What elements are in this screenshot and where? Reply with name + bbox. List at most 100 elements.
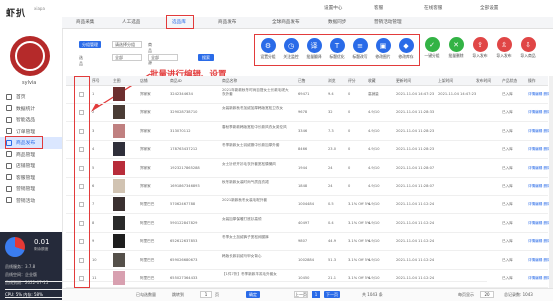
scrollbar[interactable] bbox=[549, 76, 553, 288]
sidebar-item-0[interactable]: 首页 bbox=[0, 91, 62, 103]
table-row[interactable]: 3 郑家家 313070112 春秋季新款韩版宽松中长款风衣女英伦风 3346 7.3 0 4… bbox=[66, 123, 551, 141]
cell-name[interactable]: 冬季女士加绒裤子宽松阔腿裤 bbox=[222, 235, 292, 239]
tool-button-3[interactable]: T 标题优化 bbox=[327, 35, 347, 60]
group-manage-button[interactable]: 分组管理 bbox=[79, 41, 101, 48]
sidebar-item-5[interactable]: 商品管理 bbox=[0, 149, 62, 161]
column-header[interactable]: 商品ID bbox=[170, 78, 182, 84]
cell-op[interactable]: 详情编辑 删除 bbox=[528, 129, 551, 134]
all-settings-link[interactable]: 全部设置 bbox=[480, 5, 498, 11]
product-thumbnail[interactable] bbox=[113, 252, 125, 267]
cell-name[interactable]: 秋冬新款女装时尚气质连衣裙 bbox=[222, 180, 292, 184]
column-header[interactable]: 产品状态 bbox=[502, 78, 517, 84]
tool-button-0[interactable]: ⚙ 设置分组 bbox=[258, 35, 278, 60]
cell-name[interactable]: 女装新款秋冬加绒加厚韩版宽松卫衣女 bbox=[222, 106, 292, 110]
tool-button-6[interactable]: ◆ 修改库存 bbox=[396, 35, 416, 60]
tool-button-4[interactable]: ≡ 标题改写 bbox=[350, 35, 370, 60]
column-header[interactable]: 发布时间 bbox=[476, 78, 491, 84]
sidebar-item-6[interactable]: 店铺管理 bbox=[0, 160, 62, 172]
cell-op[interactable]: 详情编辑 删除 bbox=[528, 258, 551, 263]
right-tool-button-1[interactable]: ✕ 批量删除 bbox=[446, 34, 466, 59]
cell-op[interactable]: 详情编辑 删除 bbox=[528, 221, 551, 226]
column-header[interactable]: 更新时间 bbox=[396, 78, 411, 84]
cell-op[interactable]: 详情编辑 删除 bbox=[528, 202, 551, 207]
product-thumbnail[interactable] bbox=[113, 160, 125, 175]
product-thumbnail[interactable] bbox=[113, 123, 125, 138]
tab-collect[interactable]: 商品采集 bbox=[76, 19, 94, 25]
selection-select[interactable]: 全部 bbox=[112, 54, 142, 61]
prev-page-button[interactable]: 上一页 bbox=[294, 291, 308, 298]
product-thumbnail[interactable] bbox=[113, 234, 125, 249]
product-thumbnail[interactable] bbox=[113, 179, 125, 193]
product-thumbnail[interactable] bbox=[113, 87, 125, 101]
group-select[interactable]: 请选择分组 bbox=[112, 41, 142, 48]
right-tool-button-2[interactable]: ⇪ 导入发布 bbox=[470, 34, 490, 59]
product-thumbnail[interactable] bbox=[113, 197, 125, 212]
sidebar-item-9[interactable]: 营销活动 bbox=[0, 195, 62, 207]
table-row[interactable]: 2 郑家家 329028738710 女装新款秋冬加绒加厚韩版宽松卫衣女 9678 32 0… bbox=[66, 104, 551, 123]
cell-op[interactable]: 详情编辑 删除 bbox=[528, 239, 551, 244]
cell-op[interactable]: 详情编辑 删除 bbox=[528, 147, 551, 152]
table-row[interactable]: 1 郑家家 3242344634 2021年新款秋冬时尚百搭女士长款毛呢大衣外套 694… bbox=[66, 86, 551, 104]
product-thumbnail[interactable] bbox=[113, 215, 125, 230]
tab-publish[interactable]: 商品发布 bbox=[218, 19, 236, 25]
table-row[interactable]: 9 阿里巴巴 652612637853 冬季女士加绒裤子宽松阔腿裤 9807 44.9 3.… bbox=[66, 233, 551, 252]
tab-manual-select[interactable]: 人工选品 bbox=[122, 19, 140, 25]
table-row[interactable]: 7 阿里巴巴 57062467788 2021新款秋冬女装毛呢外套 1004484 0.5… bbox=[66, 196, 551, 215]
tool-button-1[interactable]: ◷ 关注监控 bbox=[281, 35, 301, 60]
sidebar-item-7[interactable]: 客服管理 bbox=[0, 172, 62, 184]
product-thumbnail[interactable] bbox=[113, 105, 125, 120]
right-tool-button-0[interactable]: ✓ 一键分组 bbox=[422, 34, 442, 59]
cell-op[interactable]: 详情编辑 删除 bbox=[528, 184, 551, 189]
table-row[interactable]: 5 郑家家 1923217865288 女士针织开衫毛衣外套宽松慵懒风 1944 24 0 4… bbox=[66, 160, 551, 178]
current-page-button[interactable]: 1 bbox=[312, 291, 320, 298]
cell-name[interactable]: 春秋季新款韩版宽松中长款风衣女英伦风 bbox=[222, 125, 292, 129]
avatar[interactable] bbox=[10, 36, 50, 76]
tab-data-sync[interactable]: 数据同步 bbox=[328, 19, 346, 25]
column-header[interactable]: 评分 bbox=[348, 78, 356, 84]
column-header[interactable]: 主图 bbox=[113, 78, 121, 84]
search-button[interactable]: 搜索 bbox=[198, 54, 214, 61]
product-thumbnail[interactable] bbox=[113, 271, 125, 285]
cell-op[interactable]: 详情编辑 删除 bbox=[528, 110, 551, 115]
cell-name[interactable]: 2021年新款秋冬时尚百搭女士长款毛呢大衣外套 bbox=[222, 88, 292, 97]
tool-button-5[interactable]: ▣ 修改图片 bbox=[373, 35, 393, 60]
per-page-select[interactable]: 20 bbox=[480, 291, 494, 298]
right-tool-button-3[interactable]: ⇫ 导入发布 bbox=[494, 34, 514, 59]
tab-marketing[interactable]: 营销活动管理 bbox=[374, 19, 402, 25]
cell-name[interactable]: 女士针织开衫毛衣外套宽松慵懒风 bbox=[222, 162, 292, 166]
table-row[interactable]: 6 郑家家 1691867346893 秋冬新款女装时尚气质连衣裙 1848 24 0 4.9… bbox=[66, 178, 551, 196]
cell-op[interactable]: 详情编辑 删除 bbox=[528, 166, 551, 171]
sidebar-item-8[interactable]: 营销管理 bbox=[0, 183, 62, 195]
table-row[interactable]: 11 阿里巴巴 655027364433 【1件7折】冬季新款羊羔毛外套女 10450 2… bbox=[66, 270, 551, 288]
column-header[interactable]: 商品名称 bbox=[222, 78, 237, 84]
next-page-button[interactable]: 下一页 bbox=[324, 291, 340, 298]
table-row[interactable]: 8 阿里巴巴 590122847829 女装加厚保暖打底衫高领 40497 0.4 3.1%… bbox=[66, 215, 551, 233]
store-select[interactable]: 全部 bbox=[148, 54, 178, 61]
cell-name[interactable]: 韩版长款羽绒马甲女背心 bbox=[222, 254, 292, 258]
online-support-link[interactable]: 在线客服 bbox=[424, 5, 442, 11]
column-header[interactable]: 操作 bbox=[528, 78, 536, 84]
page-input[interactable]: 1 bbox=[200, 291, 212, 298]
tab-global-publish[interactable]: 全球商品发布 bbox=[272, 19, 300, 25]
cell-op[interactable]: 详情编辑 删除 bbox=[528, 276, 551, 281]
service-link[interactable]: 客服 bbox=[374, 5, 383, 11]
tool-button-2[interactable]: 译批量翻译 bbox=[304, 35, 324, 60]
cell-name[interactable]: 【1件7折】冬季新款羊羔毛外套女 bbox=[222, 272, 292, 276]
column-header[interactable]: 浏览 bbox=[328, 78, 336, 84]
column-header[interactable]: 序号 bbox=[92, 78, 100, 84]
sidebar-item-2[interactable]: 智能选品 bbox=[0, 114, 62, 126]
cell-op[interactable]: 详情编辑 删除 bbox=[528, 92, 551, 97]
table-row[interactable]: 10 阿里巴巴 659026680673 韩版长款羽绒马甲女背心 1002884 51.3… bbox=[66, 252, 551, 270]
column-header[interactable]: 已售 bbox=[298, 78, 306, 84]
go-button[interactable]: 确定 bbox=[246, 291, 260, 298]
settings-center-link[interactable]: 设置中心 bbox=[324, 5, 342, 11]
column-header[interactable]: 店铺 bbox=[140, 78, 148, 84]
cell-name[interactable]: 女装加厚保暖打底衫高领 bbox=[222, 217, 292, 221]
right-tool-button-4[interactable]: ⇩ 导入商品 bbox=[518, 34, 538, 59]
sidebar-item-1[interactable]: 数据统计 bbox=[0, 103, 62, 115]
cell-name[interactable]: 冬季新款女士羽绒服中长款加厚外套 bbox=[222, 143, 292, 147]
table-row[interactable]: 4 郑家家 178763437212 冬季新款女士羽绒服中长款加厚外套 8466 23.0… bbox=[66, 141, 551, 160]
cell-name[interactable]: 2021新款秋冬女装毛呢外套 bbox=[222, 198, 292, 202]
column-header[interactable]: 上架时间 bbox=[438, 78, 453, 84]
product-thumbnail[interactable] bbox=[113, 142, 125, 157]
